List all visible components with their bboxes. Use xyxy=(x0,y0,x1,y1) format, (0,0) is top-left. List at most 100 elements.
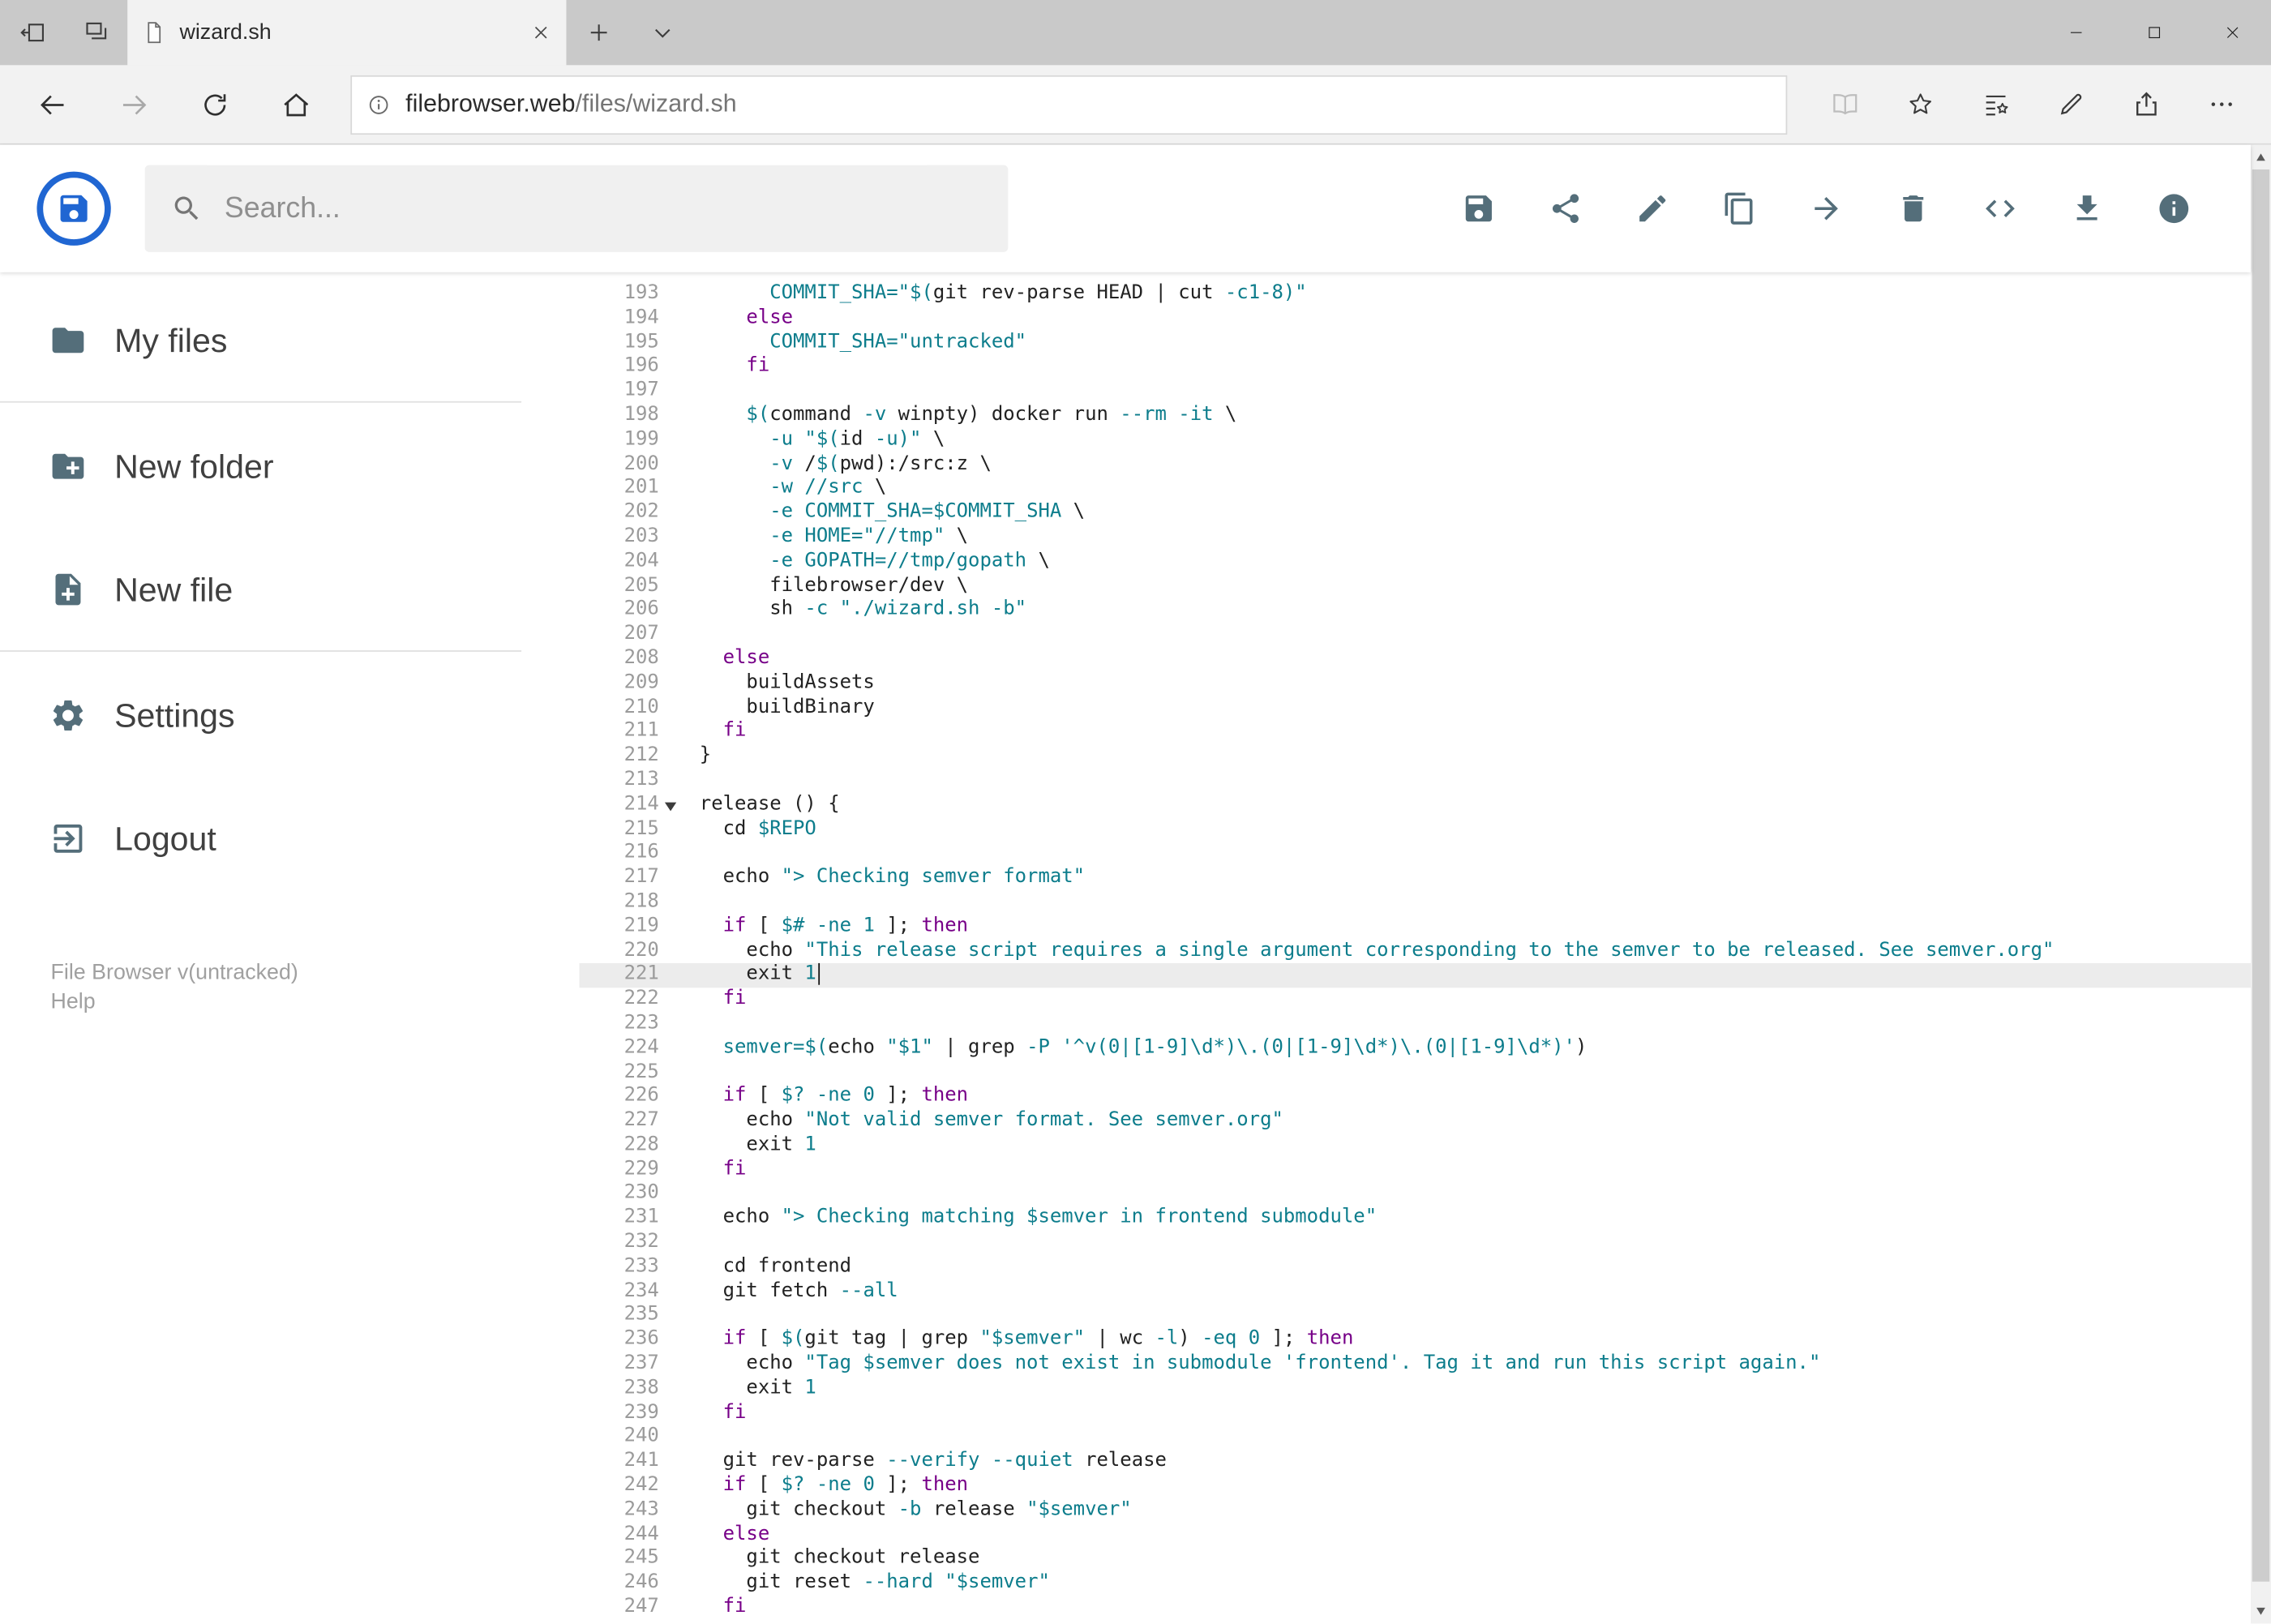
save-button[interactable] xyxy=(1446,175,1512,242)
sidebar-item-logout[interactable]: Logout xyxy=(0,803,580,873)
sidebar-item-label: My files xyxy=(114,320,228,359)
info-button[interactable] xyxy=(2140,175,2207,242)
code-line[interactable]: 235 xyxy=(580,1305,2251,1329)
help-link[interactable]: Help xyxy=(51,988,580,1017)
code-line[interactable]: 217 echo "> Checking semver format" xyxy=(580,866,2251,890)
code-editor[interactable]: 193 COMMIT_SHA="$(git rev-parse HEAD | c… xyxy=(579,272,2251,1624)
code-line[interactable]: 220 echo "This release script requires a… xyxy=(580,939,2251,963)
code-line[interactable]: 204 -e GOPATH=//tmp/gopath \ xyxy=(580,550,2251,574)
tab-close-icon[interactable] xyxy=(530,22,552,44)
scroll-down-icon[interactable] xyxy=(2256,1607,2265,1615)
code-line[interactable]: 228 exit 1 xyxy=(580,1134,2251,1159)
code-line[interactable]: 245 git checkout release xyxy=(580,1548,2251,1572)
code-line[interactable]: 212} xyxy=(580,744,2251,769)
code-line[interactable]: 244 else xyxy=(580,1523,2251,1548)
fold-arrow-icon[interactable] xyxy=(664,802,677,811)
hub-button[interactable] xyxy=(1958,72,2033,136)
sidebar-item-new-file[interactable]: New file xyxy=(0,555,580,624)
code-line[interactable]: 232 xyxy=(580,1232,2251,1256)
code-line[interactable]: 215 cd $REPO xyxy=(580,817,2251,842)
site-info-icon[interactable] xyxy=(366,92,391,116)
code-line[interactable]: 206 sh -c "./wizard.sh -b" xyxy=(580,598,2251,623)
code-line[interactable]: 205 filebrowser/dev \ xyxy=(580,574,2251,598)
code-line[interactable]: 231 echo "> Checking matching $semver in… xyxy=(580,1207,2251,1232)
code-line[interactable]: 229 fi xyxy=(580,1159,2251,1183)
rename-button[interactable] xyxy=(1619,175,1686,242)
code-line[interactable]: 214 release () { xyxy=(580,793,2251,817)
add-favorite-button[interactable] xyxy=(1883,72,1958,136)
sidebar-item-settings[interactable]: Settings xyxy=(0,681,580,751)
code-line[interactable]: 200 -v /$(pwd):/src:z \ xyxy=(580,452,2251,477)
code-line[interactable]: 193 COMMIT_SHA="$(git rev-parse HEAD | c… xyxy=(580,282,2251,306)
download-button[interactable] xyxy=(2054,175,2120,242)
code-line[interactable]: 197 xyxy=(580,379,2251,404)
tabs-you-set-aside-button[interactable] xyxy=(64,0,128,65)
page-scrollbar[interactable] xyxy=(2250,144,2271,1624)
code-line[interactable]: 243 git checkout -b release "$semver" xyxy=(580,1499,2251,1523)
set-tabs-aside-button[interactable] xyxy=(0,0,64,65)
code-line[interactable]: 209 buildAssets xyxy=(580,671,2251,696)
code-line[interactable]: 241 git rev-parse --verify --quiet relea… xyxy=(580,1450,2251,1475)
code-line[interactable]: 202 -e COMMIT_SHA=$COMMIT_SHA \ xyxy=(580,501,2251,525)
copy-button[interactable] xyxy=(1706,175,1772,242)
code-line[interactable]: 198 $(command -v winpty) docker run --rm… xyxy=(580,404,2251,428)
code-line[interactable]: 230 xyxy=(580,1183,2251,1207)
delete-button[interactable] xyxy=(1880,175,1947,242)
code-line[interactable]: 218 xyxy=(580,890,2251,915)
code-line[interactable]: 222 fi xyxy=(580,988,2251,1012)
reading-view-button[interactable] xyxy=(1807,72,1883,136)
code-line[interactable]: 226 if [ $? -ne 0 ]; then xyxy=(580,1086,2251,1110)
code-line[interactable]: 211 fi xyxy=(580,720,2251,744)
maximize-button[interactable] xyxy=(2115,0,2192,65)
code-line[interactable]: 199 -u "$(id -u)" \ xyxy=(580,428,2251,452)
code-line[interactable]: 207 xyxy=(580,623,2251,647)
code-line[interactable]: 223 xyxy=(580,1012,2251,1036)
code-line[interactable]: 195 COMMIT_SHA="untracked" xyxy=(580,331,2251,355)
more-menu-button[interactable] xyxy=(2184,72,2260,136)
code-line[interactable]: 224 semver=$(echo "$1" | grep -P '^v(0|[… xyxy=(580,1036,2251,1061)
code-line[interactable]: 239 fi xyxy=(580,1402,2251,1426)
new-tab-button[interactable] xyxy=(566,0,630,65)
share-page-button[interactable] xyxy=(2109,72,2184,136)
code-line[interactable]: 201 -w //src \ xyxy=(580,477,2251,501)
code-line[interactable]: 203 -e HOME="//tmp" \ xyxy=(580,525,2251,550)
scrollbar-thumb[interactable] xyxy=(2252,169,2270,1582)
search-input[interactable]: Search... xyxy=(144,165,1009,252)
forward-button[interactable] xyxy=(92,72,174,136)
code-line[interactable]: 237 echo "Tag $semver does not exist in … xyxy=(580,1353,2251,1378)
sidebar-item-new-folder[interactable]: New folder xyxy=(0,431,580,501)
code-line[interactable]: 246 git reset --hard "$semver" xyxy=(580,1572,2251,1596)
sidebar-item-my-files[interactable]: My files xyxy=(0,306,580,375)
code-line[interactable]: 238 exit 1 xyxy=(580,1378,2251,1402)
back-button[interactable] xyxy=(11,72,92,136)
annotate-button[interactable] xyxy=(2033,72,2109,136)
raw-view-button[interactable] xyxy=(1967,175,2033,242)
code-line[interactable]: 242 if [ $? -ne 0 ]; then xyxy=(580,1475,2251,1499)
code-line[interactable]: 227 echo "Not valid semver format. See s… xyxy=(580,1110,2251,1134)
browser-tab[interactable]: wizard.sh xyxy=(127,0,567,66)
tab-preview-button[interactable] xyxy=(630,0,694,65)
code-line[interactable]: 236 if [ $(git tag | grep "$semver" | wc… xyxy=(580,1329,2251,1353)
code-line[interactable]: 240 xyxy=(580,1426,2251,1450)
close-window-button[interactable] xyxy=(2193,0,2271,65)
code-line[interactable]: 196 fi xyxy=(580,355,2251,379)
code-line[interactable]: 194 else xyxy=(580,306,2251,331)
active-code-line[interactable]: 221 exit 1 xyxy=(579,963,2251,988)
minimize-button[interactable] xyxy=(2037,0,2115,65)
code-line[interactable]: 213 xyxy=(580,769,2251,793)
move-button[interactable] xyxy=(1793,175,1860,242)
code-line[interactable]: 208 else xyxy=(580,647,2251,671)
code-line[interactable]: 216 xyxy=(580,842,2251,866)
refresh-button[interactable] xyxy=(174,72,255,136)
filebrowser-logo-icon[interactable] xyxy=(36,171,112,246)
home-button[interactable] xyxy=(255,72,336,136)
code-line[interactable]: 210 buildBinary xyxy=(580,696,2251,720)
share-button[interactable] xyxy=(1532,175,1599,242)
code-line[interactable]: 234 git fetch --all xyxy=(580,1280,2251,1305)
scroll-up-icon[interactable] xyxy=(2256,153,2265,161)
address-bar[interactable]: filebrowser.web/files/wizard.sh xyxy=(350,74,1788,135)
code-line[interactable]: 225 xyxy=(580,1061,2251,1086)
code-line[interactable]: 219 if [ $# -ne 1 ]; then xyxy=(580,915,2251,939)
code-line[interactable]: 247 fi xyxy=(580,1596,2251,1621)
code-line[interactable]: 233 cd frontend xyxy=(580,1256,2251,1280)
